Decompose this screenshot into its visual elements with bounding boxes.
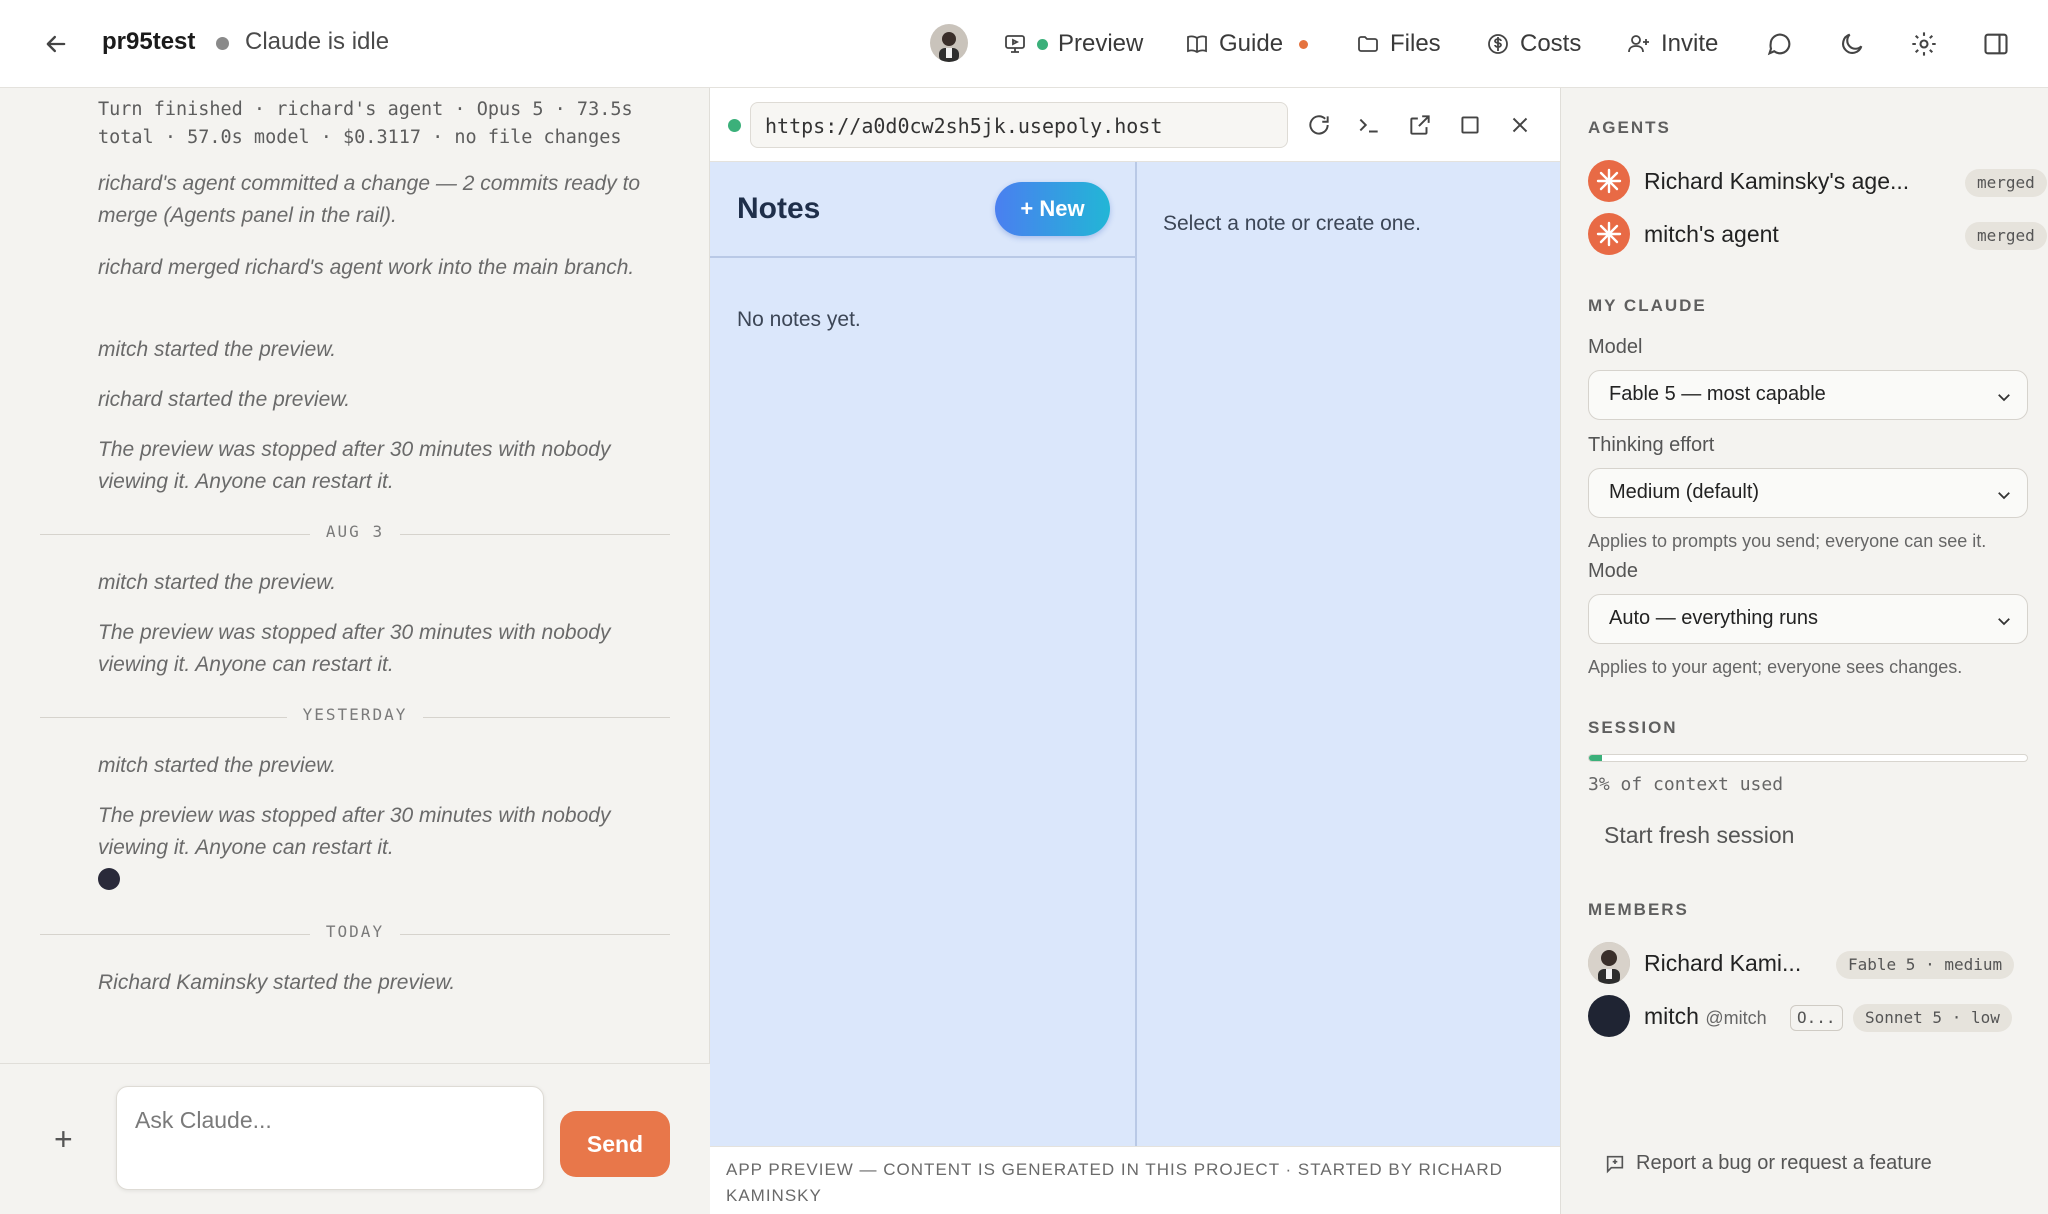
report-bug-link[interactable]: Report a bug or request a feature [1604, 1152, 1932, 1175]
member-model-badge: Fable 5 · medium [1836, 951, 2015, 979]
chat-event: richard merged richard's agent work into… [98, 256, 635, 279]
chevron-down-icon [1998, 394, 2010, 402]
chat-event: The preview was stopped after 30 minutes… [98, 804, 611, 859]
turn-summary: Turn finished · richard's agent · Opus 5… [98, 99, 633, 148]
member-row[interactable]: mitch @mitch O... Sonnet 5 · low [1588, 995, 2028, 1039]
chat-panel: Turn finished · richard's agent · Opus 5… [0, 88, 710, 1214]
members-heading: MEMBERS [1588, 900, 1689, 919]
refresh-icon[interactable] [1306, 112, 1332, 138]
chat-bubble-icon[interactable] [1766, 30, 1794, 58]
viewer-avatar [98, 868, 120, 890]
project-name: pr95test [102, 28, 196, 55]
model-select[interactable]: Fable 5 — most capable [1588, 370, 2028, 420]
chat-event: richard started the preview. [98, 388, 351, 411]
maximize-icon[interactable] [1457, 112, 1483, 138]
folder-icon [1358, 36, 1378, 52]
chevron-down-icon [1998, 618, 2010, 626]
nav-guide[interactable]: Guide [1185, 0, 1309, 88]
notification-dot [1299, 39, 1309, 49]
note-placeholder: Select a note or create one. [1163, 212, 1421, 235]
start-fresh-session-button[interactable]: Start fresh session [1604, 822, 1794, 849]
agent-burst-icon [1588, 213, 1630, 255]
right-rail: AGENTS Richard Kaminsky's age... merged … [1560, 88, 2048, 1214]
notes-list: Notes + New No notes yet. [710, 162, 1137, 1146]
member-handle: @mitch [1705, 1008, 1767, 1028]
merged-badge: merged [1965, 222, 2047, 250]
agent-name: mitch's agent [1644, 221, 1779, 247]
member-row[interactable]: Richard Kami... Fable 5 · medium [1588, 942, 2028, 986]
agent-item[interactable]: Richard Kaminsky's age... merged [1588, 160, 2047, 204]
model-label: Model [1588, 336, 1643, 358]
session-heading: SESSION [1588, 718, 1678, 737]
date-separator: AUG 3 [40, 522, 670, 546]
chat-event: richard's agent committed a change — 2 c… [98, 172, 641, 227]
claude-status: Claude is idle [245, 28, 390, 55]
sidebar-toggle-icon[interactable] [1982, 30, 2010, 58]
live-dot [1037, 38, 1048, 50]
chat-event: Richard Kaminsky started the preview. [98, 971, 456, 994]
member-tag: O... [1790, 1005, 1843, 1031]
dollar-circle-icon [1488, 34, 1508, 54]
nav-costs[interactable]: Costs [1486, 0, 1581, 88]
context-progress-bar [1588, 754, 2028, 762]
nav-files[interactable]: Files [1356, 0, 1441, 88]
gear-icon[interactable] [1910, 30, 1938, 58]
close-icon[interactable] [1507, 112, 1533, 138]
empty-notes-text: No notes yet. [737, 308, 861, 331]
chevron-down-icon [1998, 492, 2010, 500]
chat-input[interactable]: Ask Claude... [116, 1086, 544, 1190]
top-bar: pr95test Claude is idle Preview Guide Fi… [0, 0, 2048, 88]
live-dot [728, 119, 741, 132]
chat-event: The preview was stopped after 30 minutes… [98, 621, 611, 676]
agent-name: Richard Kaminsky's age... [1644, 168, 1910, 194]
send-button[interactable]: Send [560, 1111, 670, 1177]
avatar [1588, 995, 1630, 1037]
moon-icon[interactable] [1838, 30, 1866, 58]
my-claude-heading: MY CLAUDE [1588, 296, 1707, 315]
notes-title: Notes [737, 192, 821, 225]
context-used-text: 3% of context used [1588, 774, 1784, 795]
chat-event: mitch started the preview. [98, 338, 337, 361]
preview-toolbar: https://a0d0cw2sh5jk.usepoly.host [710, 88, 1560, 162]
chat-event: mitch started the preview. [98, 754, 337, 777]
attach-plus-icon[interactable]: + [54, 1121, 73, 1158]
member-name: mitch @mitch [1644, 1003, 1767, 1029]
app-preview-frame: Notes + New No notes yet. Select a note … [710, 162, 1560, 1146]
avatar [1588, 942, 1630, 984]
preview-panel: https://a0d0cw2sh5jk.usepoly.host Notes … [710, 88, 1560, 1214]
composer: + Ask Claude... Send [0, 1063, 710, 1214]
external-link-icon[interactable] [1407, 112, 1433, 138]
agents-heading: AGENTS [1588, 118, 1671, 137]
member-name: Richard Kami... [1644, 950, 1802, 976]
nav-invite[interactable]: Invite [1627, 0, 1718, 88]
nav-preview[interactable]: Preview [1003, 0, 1143, 88]
new-note-button[interactable]: + New [995, 182, 1110, 236]
url-field[interactable]: https://a0d0cw2sh5jk.usepoly.host [750, 102, 1288, 148]
user-avatar[interactable] [930, 24, 968, 62]
notes-header: Notes + New [710, 162, 1137, 258]
chat-event: The preview was stopped after 30 minutes… [98, 438, 611, 493]
mode-select[interactable]: Auto — everything runs [1588, 594, 2028, 644]
date-separator: YESTERDAY [40, 705, 670, 729]
monitor-icon [1005, 35, 1025, 53]
terminal-icon[interactable] [1356, 112, 1382, 138]
chat-event: mitch started the preview. [98, 571, 337, 594]
mode-hint: Applies to your agent; everyone sees cha… [1588, 657, 1963, 677]
add-user-icon [1628, 35, 1649, 53]
thinking-effort-select[interactable]: Medium (default) [1588, 468, 2028, 518]
book-icon [1187, 35, 1207, 54]
merged-badge: merged [1965, 169, 2047, 197]
thinking-effort-label: Thinking effort [1588, 434, 1715, 456]
back-arrow-icon[interactable] [42, 30, 70, 58]
feedback-icon [1606, 1155, 1624, 1173]
status-dot [216, 37, 229, 50]
effort-hint: Applies to prompts you send; everyone ca… [1588, 531, 1987, 551]
mode-label: Mode [1588, 560, 1639, 582]
agent-burst-icon [1588, 160, 1630, 202]
preview-footer: APP PREVIEW — CONTENT IS GENERATED IN TH… [710, 1146, 1560, 1214]
date-separator: TODAY [40, 922, 670, 946]
member-model-badge: Sonnet 5 · low [1853, 1004, 2012, 1032]
agent-item[interactable]: mitch's agent merged [1588, 213, 2047, 257]
